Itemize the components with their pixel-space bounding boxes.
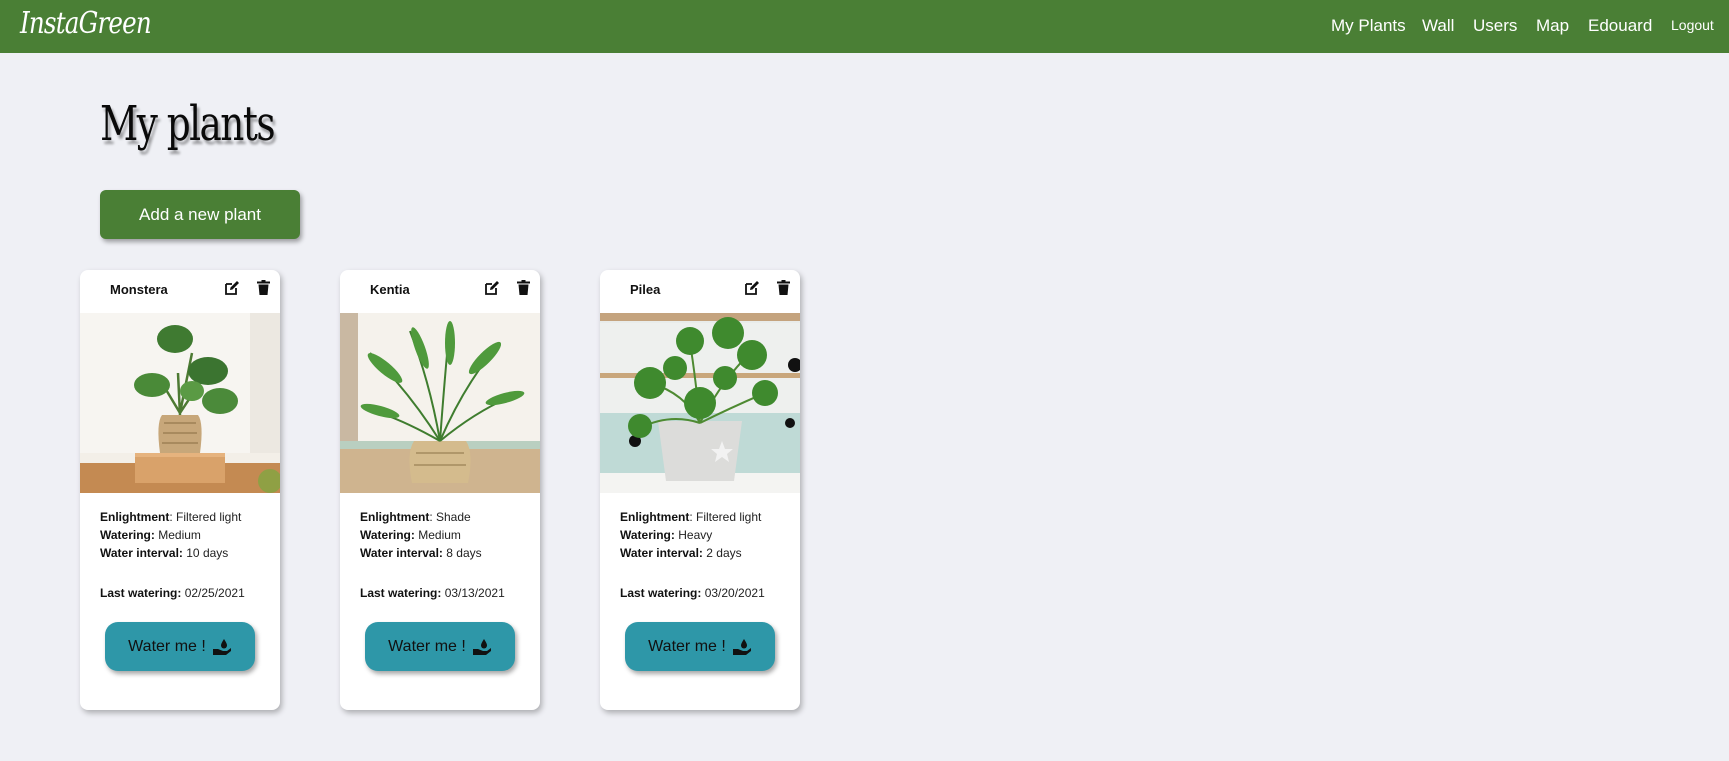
water-me-button[interactable]: Water me !	[105, 622, 255, 671]
water-interval-label: Water interval:	[100, 546, 183, 560]
last-watering-row: Last watering: 03/13/2021	[360, 586, 505, 600]
water-interval-label: Water interval:	[360, 546, 443, 560]
water-interval-label: Water interval:	[620, 546, 703, 560]
nav-profile-edouard[interactable]: Edouard	[1588, 16, 1652, 36]
watering-row: Watering: Medium	[100, 528, 201, 542]
plant-card-pilea: Pilea Enlightment: Filtered light Wateri…	[600, 270, 800, 710]
kentia-photo	[340, 313, 540, 493]
watering-value: Medium	[154, 528, 201, 542]
water-me-button[interactable]: Water me !	[365, 622, 515, 671]
nav-map[interactable]: Map	[1536, 16, 1569, 36]
enlightment-value: : Filtered light	[689, 510, 762, 524]
watering-label: Watering:	[620, 528, 675, 542]
water-interval-value: 2 days	[702, 546, 742, 560]
water-me-label: Water me !	[648, 637, 726, 655]
nav-logout[interactable]: Logout	[1671, 17, 1714, 33]
plant-name: Monstera	[110, 282, 168, 297]
nav-users[interactable]: Users	[1473, 16, 1517, 36]
water-interval-value: 8 days	[442, 546, 482, 560]
last-watering-row: Last watering: 02/25/2021	[100, 586, 245, 600]
watering-value: Medium	[414, 528, 461, 542]
last-watering-label: Last watering:	[100, 586, 182, 600]
enlightment-label: Enlightment	[100, 510, 170, 524]
last-watering-row: Last watering: 03/20/2021	[620, 586, 765, 600]
hand-water-drop-icon	[212, 638, 231, 655]
water-interval-row: Water interval: 8 days	[360, 546, 482, 560]
watering-row: Watering: Heavy	[620, 528, 712, 542]
pilea-photo	[600, 313, 800, 493]
enlightment-label: Enlightment	[360, 510, 430, 524]
enlightment-value: : Shade	[429, 510, 471, 524]
last-watering-value: 03/20/2021	[701, 586, 765, 600]
add-plant-button[interactable]: Add a new plant	[100, 190, 300, 239]
last-watering-value: 03/13/2021	[441, 586, 505, 600]
trash-icon[interactable]	[257, 280, 270, 295]
page-title: My plants	[100, 96, 276, 152]
plant-card-kentia: Kentia Enlightment: Shade Watering: Medi…	[340, 270, 540, 710]
water-interval-row: Water interval: 2 days	[620, 546, 742, 560]
water-me-button[interactable]: Water me !	[625, 622, 775, 671]
water-me-label: Water me !	[128, 637, 206, 655]
edit-icon[interactable]	[484, 280, 500, 296]
plant-card-monstera: Monstera Enlightment: Filtered light Wat…	[80, 270, 280, 710]
last-watering-value: 02/25/2021	[181, 586, 245, 600]
monstera-photo	[80, 313, 280, 493]
last-watering-label: Last watering:	[360, 586, 442, 600]
edit-icon[interactable]	[744, 280, 760, 296]
water-interval-row: Water interval: 10 days	[100, 546, 228, 560]
watering-value: Heavy	[674, 528, 713, 542]
edit-icon[interactable]	[224, 280, 240, 296]
enlightment-label: Enlightment	[620, 510, 690, 524]
trash-icon[interactable]	[777, 280, 790, 295]
last-watering-label: Last watering:	[620, 586, 702, 600]
water-me-label: Water me !	[388, 637, 466, 655]
nav-my-plants[interactable]: My Plants	[1331, 16, 1406, 36]
watering-row: Watering: Medium	[360, 528, 461, 542]
enlightment-row: Enlightment: Shade	[360, 510, 471, 524]
enlightment-value: : Filtered light	[169, 510, 242, 524]
hand-water-drop-icon	[732, 638, 751, 655]
navbar: InstaGreen My Plants Wall Users Map Edou…	[0, 0, 1729, 53]
hand-water-drop-icon	[472, 638, 491, 655]
watering-label: Watering:	[360, 528, 415, 542]
water-interval-value: 10 days	[182, 546, 229, 560]
enlightment-row: Enlightment: Filtered light	[100, 510, 241, 524]
enlightment-row: Enlightment: Filtered light	[620, 510, 761, 524]
plant-name: Kentia	[370, 282, 410, 297]
plant-name: Pilea	[630, 282, 661, 297]
watering-label: Watering:	[100, 528, 155, 542]
brand-logo[interactable]: InstaGreen	[20, 6, 152, 41]
trash-icon[interactable]	[517, 280, 530, 295]
nav-wall[interactable]: Wall	[1422, 16, 1454, 36]
